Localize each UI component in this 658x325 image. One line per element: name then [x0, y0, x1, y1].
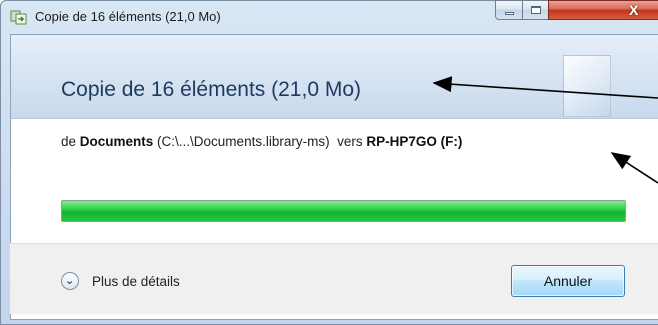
source-path: (C:\...\Documents.library-ms)	[153, 134, 330, 149]
minimize-button[interactable]	[495, 0, 523, 20]
route-to-prefix: vers	[329, 134, 367, 149]
route-from-prefix: de	[61, 134, 80, 149]
destination-drive: RP-HP7GO (F:)	[366, 134, 463, 149]
source-folder-name: Documents	[79, 134, 154, 149]
copy-files-icon	[10, 10, 27, 25]
close-icon: X	[629, 2, 639, 18]
more-details-label[interactable]: Plus de détails	[92, 274, 180, 289]
header-band	[11, 35, 658, 119]
copy-progress-fill	[62, 201, 625, 221]
copy-header-title: Copie de 16 éléments (21,0 Mo)	[61, 78, 361, 101]
close-button[interactable]: X	[548, 0, 658, 20]
chevron-down-icon: ⌄	[65, 275, 75, 287]
maximize-button[interactable]	[522, 0, 549, 20]
more-details-toggle[interactable]: ⌄	[61, 272, 79, 290]
cancel-button[interactable]: Annuler	[511, 265, 625, 297]
copy-progress-bar	[61, 200, 626, 222]
maximize-icon	[531, 6, 541, 14]
window-title: Copie de 16 éléments (21,0 Mo)	[35, 9, 221, 24]
title-bar[interactable]: Copie de 16 éléments (21,0 Mo) X	[1, 0, 658, 33]
copy-route-line: de Documents (C:\...\Documents.library-m…	[61, 134, 462, 149]
minimize-icon	[505, 12, 514, 15]
copy-graphic-icon	[563, 55, 611, 117]
